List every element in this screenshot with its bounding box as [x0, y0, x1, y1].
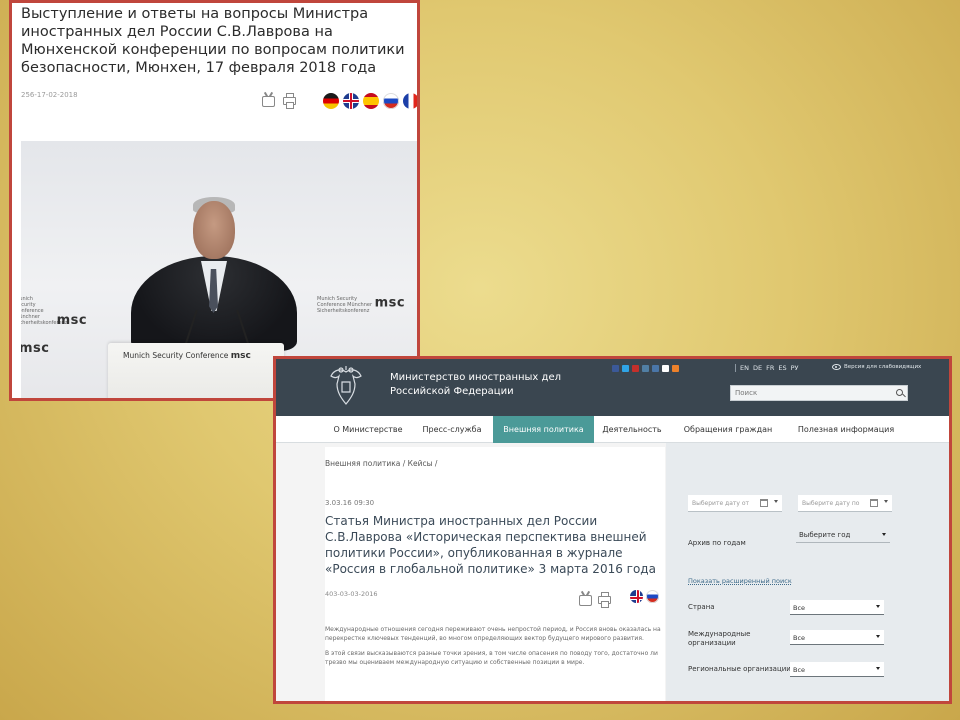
- ministry-name-line2: Российской Федерации: [390, 386, 514, 397]
- vision-link-text: Версия для слабовидящих: [844, 364, 922, 370]
- russian-flag-icon[interactable]: [383, 93, 399, 109]
- search-icon[interactable]: [896, 389, 903, 396]
- regional-org-select-value: Все: [793, 666, 806, 674]
- date-to-placeholder: Выберите дату по: [802, 500, 860, 507]
- search-input[interactable]: Поиск: [730, 385, 908, 401]
- podium: Munich Security Conference msc: [108, 343, 284, 398]
- spanish-flag-icon[interactable]: [363, 93, 379, 109]
- intl-org-select[interactable]: Все: [790, 630, 884, 645]
- site-header: Министерство иностранных дел Российской …: [276, 359, 949, 416]
- ministry-name[interactable]: Министерство иностранных дел Российской …: [390, 371, 561, 399]
- backdrop-logo-right: msc: [374, 295, 406, 311]
- article-paragraph: В этой связи высказываются разные точки …: [325, 650, 658, 666]
- search-placeholder: Поиск: [735, 389, 758, 397]
- social-icon[interactable]: [642, 365, 649, 372]
- country-select[interactable]: Все: [790, 600, 884, 615]
- language-option[interactable]: EN: [740, 364, 749, 372]
- ministry-name-line1: Министерство иностранных дел: [390, 372, 561, 383]
- msc-logo-right: Munich Security Conference Münchner Sich…: [317, 295, 417, 314]
- tv-icon[interactable]: [579, 595, 592, 606]
- mid-website-screenshot: Министерство иностранных дел Российской …: [273, 356, 952, 704]
- russian-flag-icon[interactable]: [646, 590, 659, 603]
- country-label: Страна: [688, 603, 715, 611]
- language-switcher: EN DE FR ES РУ: [735, 364, 799, 372]
- vision-impaired-link[interactable]: Версия для слабовидящих: [832, 364, 921, 370]
- nav-item-useful-info[interactable]: Полезная информация: [786, 416, 906, 443]
- article-title[interactable]: Выступление и ответы на вопросы Министра…: [21, 5, 416, 77]
- language-option[interactable]: РУ: [791, 364, 799, 372]
- social-icon[interactable]: [672, 365, 679, 372]
- language-option[interactable]: ES: [778, 364, 786, 372]
- german-flag-icon[interactable]: [323, 93, 339, 109]
- regional-org-label: Региональные организации: [688, 665, 791, 673]
- article-title: Статья Министра иностранных дел России С…: [325, 514, 656, 576]
- nav-item-citizen-appeals[interactable]: Обращения граждан: [670, 416, 786, 443]
- nav-item-ministry[interactable]: О Министерстве: [325, 416, 411, 443]
- date-from-input[interactable]: Выберите дату от: [688, 495, 782, 512]
- language-flags: [630, 590, 659, 603]
- french-flag-icon[interactable]: [403, 93, 417, 109]
- uk-flag-icon[interactable]: [343, 93, 359, 109]
- intl-org-select-value: Все: [793, 634, 806, 642]
- nav-item-activity[interactable]: Деятельность: [594, 416, 670, 443]
- print-icon[interactable]: [283, 93, 296, 109]
- social-icon[interactable]: [612, 365, 619, 372]
- year-select-value: Выберите год: [799, 531, 851, 539]
- article-paragraph: Международные отношения сегодня пережива…: [325, 626, 661, 642]
- calendar-icon[interactable]: [760, 499, 768, 507]
- coat-of-arms-icon[interactable]: [328, 364, 364, 408]
- year-select[interactable]: Выберите год: [796, 527, 890, 543]
- article-body: Международные отношения сегодня пережива…: [325, 625, 661, 673]
- backdrop-logo-text: Munich Security Conference Münchner Sich…: [21, 296, 68, 326]
- article-tools: [579, 592, 611, 608]
- podium-logo: msc: [230, 351, 251, 361]
- chevron-down-icon: [774, 500, 778, 503]
- language-flags: [323, 93, 417, 109]
- social-icon[interactable]: [622, 365, 629, 372]
- social-icon[interactable]: [632, 365, 639, 372]
- article-tools: [262, 93, 296, 109]
- regional-org-select[interactable]: Все: [790, 662, 884, 677]
- language-option[interactable]: FR: [766, 364, 774, 372]
- uk-flag-icon[interactable]: [630, 590, 643, 603]
- backdrop-logo-text-right: Munich Security Conference Münchner Sich…: [317, 296, 373, 314]
- article-content: Внешняя политика / Кейсы / 3.03.16 09:30…: [325, 447, 665, 701]
- nav-item-foreign-policy[interactable]: Внешняя политика: [493, 416, 594, 443]
- main-nav: О Министерстве Пресс-служба Внешняя поли…: [276, 416, 949, 443]
- intl-org-label: Международные организации: [688, 630, 751, 647]
- tv-icon[interactable]: [262, 96, 275, 107]
- search-filter-sidebar: Выберите дату от Выберите дату по Архив …: [666, 443, 949, 701]
- msc-logo-left: Munich Security Conference Münchner Sich…: [21, 296, 88, 328]
- chevron-down-icon: [884, 500, 888, 503]
- chevron-down-icon: [882, 533, 886, 536]
- podium-label-text: Munich Security Conference: [123, 351, 229, 360]
- article-datetime: 3.03.16 09:30: [325, 499, 375, 507]
- social-links: [612, 365, 679, 372]
- social-icon[interactable]: [652, 365, 659, 372]
- speaker-head: [193, 201, 235, 259]
- chevron-down-icon: [876, 605, 880, 608]
- date-from-placeholder: Выберите дату от: [692, 500, 749, 507]
- backdrop-logo: msc: [56, 313, 88, 328]
- munich-speech-screenshot: Выступление и ответы на вопросы Министра…: [9, 0, 420, 401]
- archive-label: Архив по годам: [688, 539, 746, 547]
- backdrop-logo-lower: msc: [21, 341, 50, 356]
- language-option[interactable]: DE: [753, 364, 762, 372]
- divider: [735, 364, 736, 372]
- msc-logo-left-lower: msc: [21, 342, 50, 355]
- date-to-input[interactable]: Выберите дату по: [798, 495, 892, 512]
- country-select-value: Все: [793, 604, 806, 612]
- advanced-search-link[interactable]: Показать расширенный поиск: [688, 577, 792, 585]
- print-icon[interactable]: [598, 592, 611, 608]
- chevron-down-icon: [876, 635, 880, 638]
- calendar-icon[interactable]: [870, 499, 878, 507]
- breadcrumb[interactable]: Внешняя политика / Кейсы /: [325, 459, 437, 468]
- eye-icon: [832, 364, 841, 370]
- chevron-down-icon: [876, 667, 880, 670]
- article-date: 403-03-03-2016: [325, 590, 378, 598]
- article-date: 256-17-02-2018: [21, 91, 78, 99]
- social-icon[interactable]: [662, 365, 669, 372]
- nav-item-press[interactable]: Пресс-служба: [411, 416, 493, 443]
- podium-label: Munich Security Conference msc: [123, 351, 251, 361]
